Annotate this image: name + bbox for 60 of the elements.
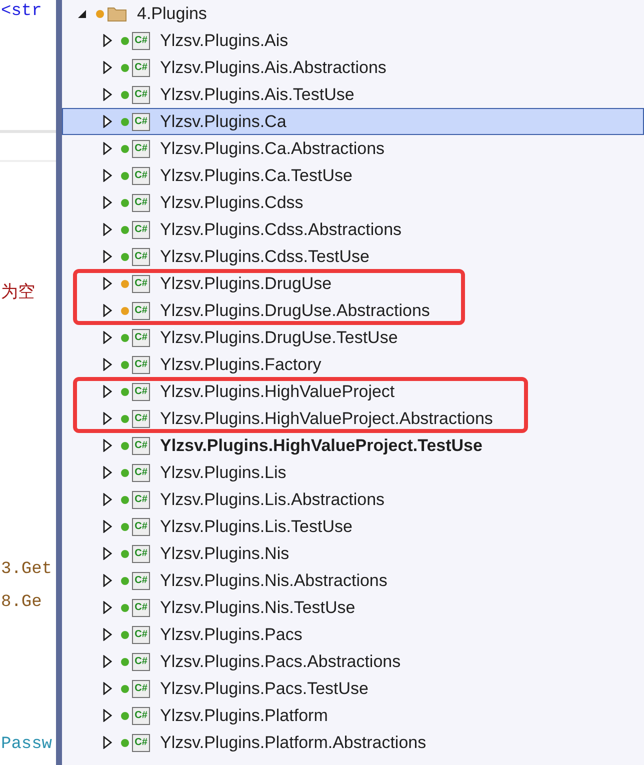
project-item[interactable]: C# Ylzsv.Plugins.Cdss.TestUse (62, 243, 644, 270)
project-item[interactable]: C# Ylzsv.Plugins.Ais.TestUse (62, 81, 644, 108)
project-item[interactable]: C# Ylzsv.Plugins.Ais (62, 27, 644, 54)
csharp-project-icon: C# (132, 356, 150, 374)
code-line: <str (1, 1, 42, 23)
csharp-project-icon: C# (132, 194, 150, 212)
project-item[interactable]: C# Ylzsv.Plugins.HighValueProject.Abstractions (62, 405, 494, 432)
project-item[interactable]: C# Ylzsv.Plugins.Nis (62, 540, 644, 567)
project-item[interactable]: C# Ylzsv.Plugins.Pacs (62, 621, 644, 648)
project-item[interactable]: C# Ylzsv.Plugins.Platform.Abstractions (62, 729, 644, 756)
csharp-project-icon: C# (132, 302, 150, 320)
folder-item[interactable]: 4.Plugins (62, 0, 644, 27)
csharp-project-icon: C# (132, 544, 150, 562)
csharp-project-icon: C# (132, 734, 150, 752)
csharp-project-icon: C# (132, 464, 150, 482)
csharp-project-icon: C# (132, 598, 150, 616)
csharp-project-icon: C# (132, 382, 150, 400)
code-line: 为空 (1, 282, 35, 305)
project-item[interactable]: C# Ylzsv.Plugins.Factory (62, 351, 644, 378)
csharp-project-icon: C# (132, 248, 150, 266)
project-item[interactable]: C# Ylzsv.Plugins.Lis (62, 459, 644, 486)
project-item[interactable]: C# Ylzsv.Plugins.Cdss (62, 189, 644, 216)
project-item[interactable]: C# Ylzsv.Plugins.DrugUse.TestUse (62, 324, 644, 351)
csharp-project-icon: C# (132, 220, 150, 238)
project-item[interactable]: C# Ylzsv.Plugins.Ca.TestUse (62, 162, 644, 189)
csharp-project-icon: C# (132, 328, 150, 346)
csharp-project-icon: C# (132, 32, 150, 50)
csharp-project-icon: C# (132, 410, 150, 428)
csharp-project-icon: C# (132, 680, 150, 698)
csharp-project-icon: C# (132, 166, 150, 184)
csharp-project-icon: C# (132, 626, 150, 644)
csharp-project-icon: C# (132, 86, 150, 104)
code-line: 3.Get (1, 559, 52, 581)
project-item[interactable]: C# Ylzsv.Plugins.HighValueProject.TestUse (62, 432, 644, 459)
csharp-project-icon: C# (132, 140, 150, 158)
code-line: Passw (1, 734, 52, 756)
csharp-project-icon: C# (132, 58, 150, 76)
project-item[interactable]: C# Ylzsv.Plugins.Ais.Abstractions (62, 54, 644, 81)
project-item[interactable]: C# Ylzsv.Plugins.Platform (62, 702, 644, 729)
project-item[interactable]: C# Ylzsv.Plugins.DrugUse.Abstractions (62, 297, 431, 324)
csharp-project-icon: C# (132, 112, 150, 130)
project-item[interactable]: C# Ylzsv.Plugins.Lis.Abstractions (62, 486, 644, 513)
project-item[interactable]: C# Ylzsv.Plugins.Pacs.TestUse (62, 675, 644, 702)
project-item[interactable]: C# Ylzsv.Plugins.Ca (62, 108, 644, 135)
csharp-project-icon: C# (132, 652, 150, 670)
project-item[interactable]: C# Ylzsv.Plugins.Lis.TestUse (62, 513, 644, 540)
csharp-project-icon: C# (132, 490, 150, 508)
project-item[interactable]: C# Ylzsv.Plugins.Pacs.Abstractions (62, 648, 644, 675)
csharp-project-icon: C# (132, 274, 150, 292)
project-item[interactable]: C# Ylzsv.Plugins.Nis.Abstractions (62, 567, 644, 594)
project-item[interactable]: C# Ylzsv.Plugins.DrugUse (62, 270, 431, 297)
csharp-project-icon: C# (132, 572, 150, 590)
csharp-project-icon: C# (132, 436, 150, 454)
csharp-project-icon: C# (132, 518, 150, 536)
project-item[interactable]: C# Ylzsv.Plugins.HighValueProject (62, 378, 494, 405)
csharp-project-icon: C# (132, 706, 150, 724)
project-item[interactable]: C# Ylzsv.Plugins.Cdss.Abstractions (62, 216, 644, 243)
project-item[interactable]: C# Ylzsv.Plugins.Nis.TestUse (62, 594, 644, 621)
project-item[interactable]: C# Ylzsv.Plugins.Ca.Abstractions (62, 135, 644, 162)
code-line: 8.Ge (1, 592, 42, 614)
